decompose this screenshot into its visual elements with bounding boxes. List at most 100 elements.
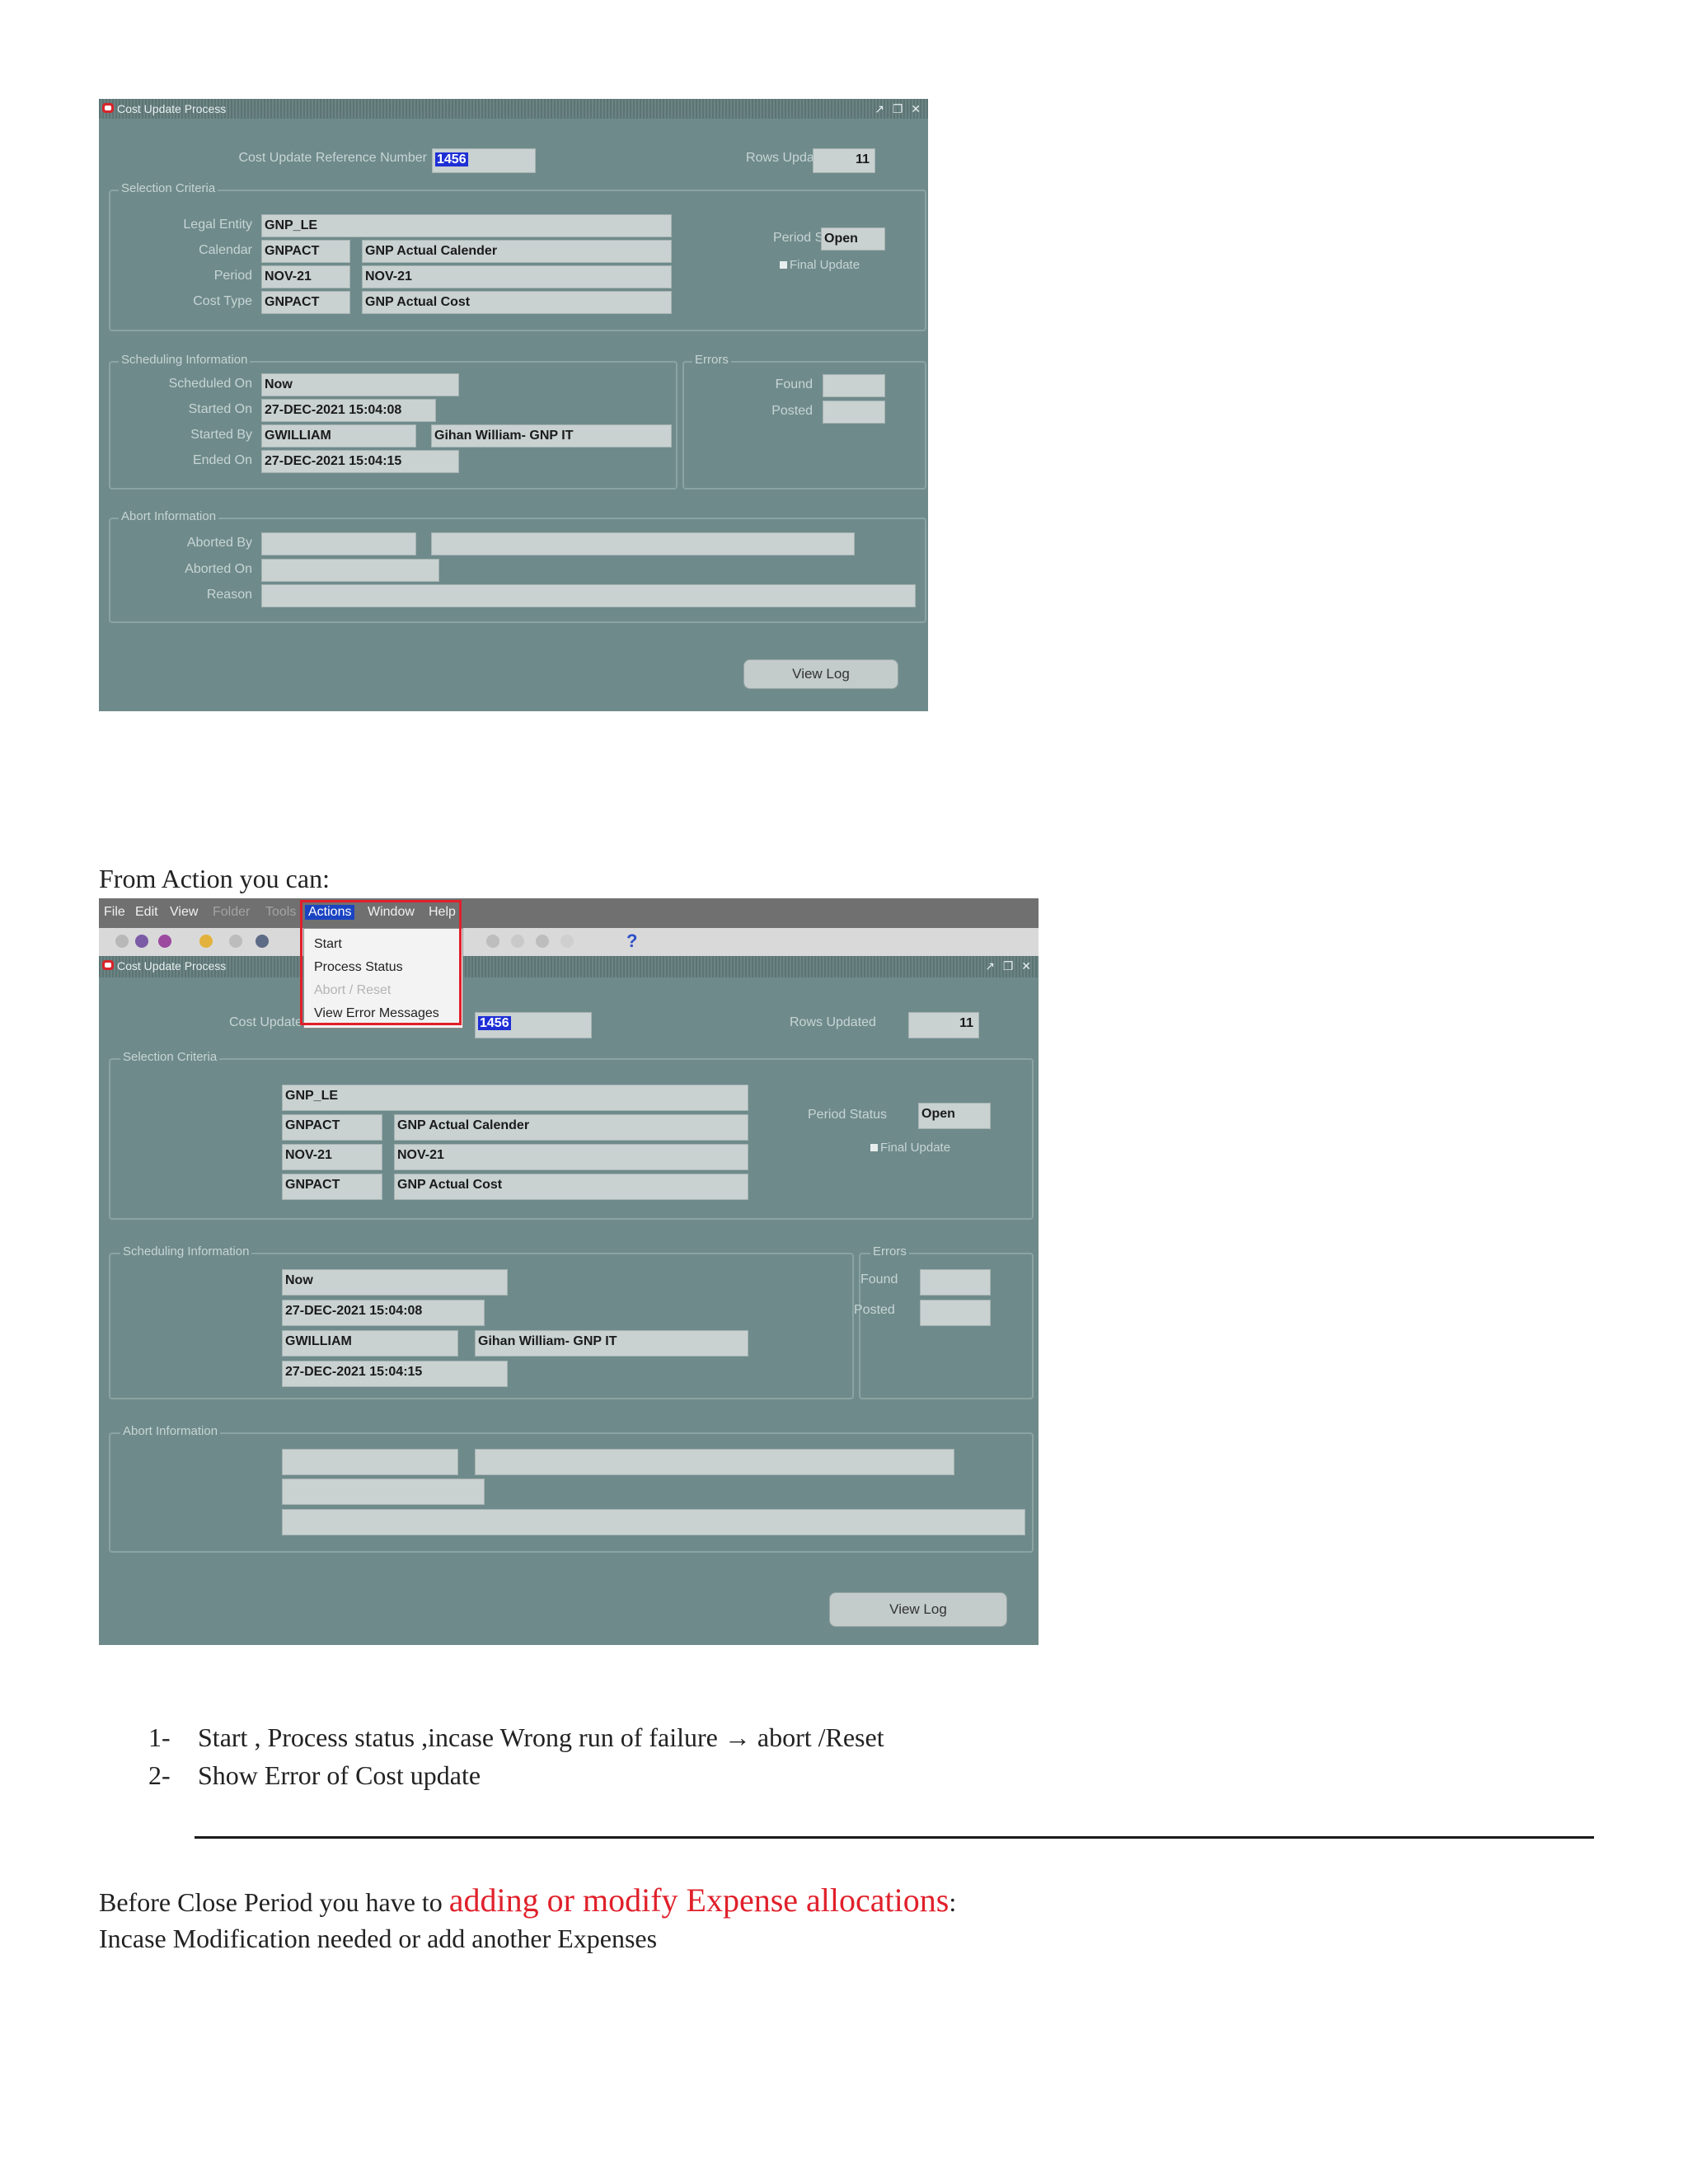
oracle-icon [102,103,114,113]
cost-update-window-2: File Edit View Folder Tools Actions Wind… [99,898,1039,1645]
checkbox-icon [780,261,787,269]
aborted-by-user-field[interactable] [282,1449,458,1475]
scheduled-on-field[interactable]: Now [282,1269,508,1296]
calendar-name-field: GNP Actual Calender [362,240,672,263]
period-status-field: Open [821,227,885,251]
cost-type-code-field[interactable]: GNPACT [282,1174,382,1200]
before-close-text: Before Close Period you have to adding o… [99,1882,957,1919]
checkbox-icon [870,1144,878,1151]
zoom-icon[interactable] [158,935,171,948]
rows-updated-field: 11 [908,1012,979,1038]
found-label: Found [775,377,813,391]
window-titlebar[interactable]: Cost Update Process ↗ ❐ ✕ [99,99,928,119]
found-field [920,1269,991,1296]
close-form-icon[interactable] [256,935,269,948]
cost-type-name-field: GNP Actual Cost [362,291,672,314]
started-by-name-field: Gihan William- GNP IT [475,1330,748,1357]
aborted-by-name-field [475,1449,954,1475]
list-item-2-number: 2- [148,1760,171,1790]
menu-file[interactable]: File [104,905,125,920]
window-controls-icon[interactable]: ↗ ❐ ✕ [985,956,1034,976]
calendar-code-field[interactable]: GNPACT [282,1114,382,1141]
posted-label: Posted [771,404,813,418]
aborted-on-field[interactable] [261,559,439,582]
errors-title: Errors [692,353,731,367]
attach-icon[interactable] [486,935,499,948]
scheduling-title: Scheduling Information [120,1244,252,1258]
intro-text: From Action you can: [99,864,330,893]
view-log-button[interactable]: View Log [743,659,898,689]
translate-icon[interactable] [536,935,549,948]
rows-updated-label: Rows Updated [790,1015,876,1029]
period-name-field: NOV-21 [394,1144,748,1170]
period-code-field[interactable]: NOV-21 [282,1144,382,1170]
reason-field[interactable] [282,1509,1025,1535]
posted-field [823,401,885,424]
scheduled-on-field[interactable]: Now [261,373,459,396]
scheduling-title: Scheduling Information [119,353,251,367]
menu-edit[interactable]: Edit [135,905,158,920]
final-update-checkbox[interactable]: Final Update [780,258,860,272]
help-icon[interactable]: ? [626,930,637,952]
menu-view[interactable]: View [170,905,198,920]
abort-title: Abort Information [119,509,219,523]
window-controls-icon[interactable]: ↗ ❐ ✕ [874,99,923,119]
ended-on-field: 27-DEC-2021 15:04:15 [261,450,459,473]
window-title: Cost Update Process [117,102,227,115]
oracle-icon [102,960,114,970]
toolbar: ? [99,928,1039,956]
final-update-checkbox[interactable]: Final Update [870,1141,950,1155]
menu-tools: Tools [265,905,297,919]
aborted-on-field[interactable] [282,1479,485,1505]
horizontal-divider [195,1836,1594,1839]
calendar-code-field[interactable]: GNPACT [261,240,350,263]
aborted-by-user-field[interactable] [261,532,416,555]
window-titlebar[interactable]: Cost Update Process ↗ ❐ ✕ [99,956,1039,977]
abort-title: Abort Information [120,1424,221,1438]
started-on-label: Started On [188,402,252,416]
scheduled-on-label: Scheduled On [168,377,252,391]
cost-type-name-field: GNP Actual Cost [394,1174,748,1200]
cost-type-code-field[interactable]: GNPACT [261,291,350,314]
period-label: Period [213,269,252,283]
rows-updated-field: 11 [813,148,875,173]
found-label: Found [860,1272,898,1286]
posted-label: Posted [854,1303,895,1317]
posted-field [920,1300,991,1326]
attachment-clip-icon[interactable] [560,935,574,948]
ended-on-field: 27-DEC-2021 15:04:15 [282,1361,508,1387]
folder-tools-icon[interactable] [511,935,524,948]
list-item-2-text: Show Error of Cost update [198,1760,481,1790]
aborted-by-label: Aborted By [186,536,252,550]
period-code-field[interactable]: NOV-21 [261,265,350,288]
window-title: Cost Update Process [117,959,227,972]
ref-number-field[interactable]: 1456 [432,148,536,173]
navigator-icon[interactable] [135,935,148,948]
selection-criteria-title: Selection Criteria [119,181,218,195]
ended-on-label: Ended On [192,453,252,467]
started-on-field: 27-DEC-2021 15:04:08 [261,399,436,422]
legal-entity-field[interactable]: GNP_LE [282,1085,748,1111]
started-on-field: 27-DEC-2021 15:04:08 [282,1300,485,1326]
menu-folder: Folder [213,905,251,919]
ref-number-field[interactable]: 1456 [475,1012,592,1038]
aborted-on-label: Aborted On [185,562,252,576]
errors-title: Errors [870,1244,909,1258]
cost-update-window-1: Cost Update Process ↗ ❐ ✕ Cost Update Re… [99,99,928,711]
period-status-label: Period Status [808,1108,888,1122]
aborted-by-name-field [431,532,855,555]
view-log-button[interactable]: View Log [829,1592,1007,1627]
found-field [823,374,885,397]
calendar-name-field: GNP Actual Calender [394,1114,748,1141]
list-item-1-text: Start , Process status ,incase Wrong run… [198,1722,884,1752]
reason-field[interactable] [261,584,916,607]
find-icon[interactable] [199,935,213,948]
highlight-frame [300,900,462,1025]
print-icon[interactable] [229,935,242,948]
reason-label: Reason [206,588,252,602]
list-item-1-number: 1- [148,1722,171,1752]
legal-entity-field[interactable]: GNP_LE [261,214,672,237]
started-by-user-field: GWILLIAM [282,1330,458,1357]
selection-criteria-title: Selection Criteria [120,1050,220,1064]
save-icon[interactable] [115,935,129,948]
